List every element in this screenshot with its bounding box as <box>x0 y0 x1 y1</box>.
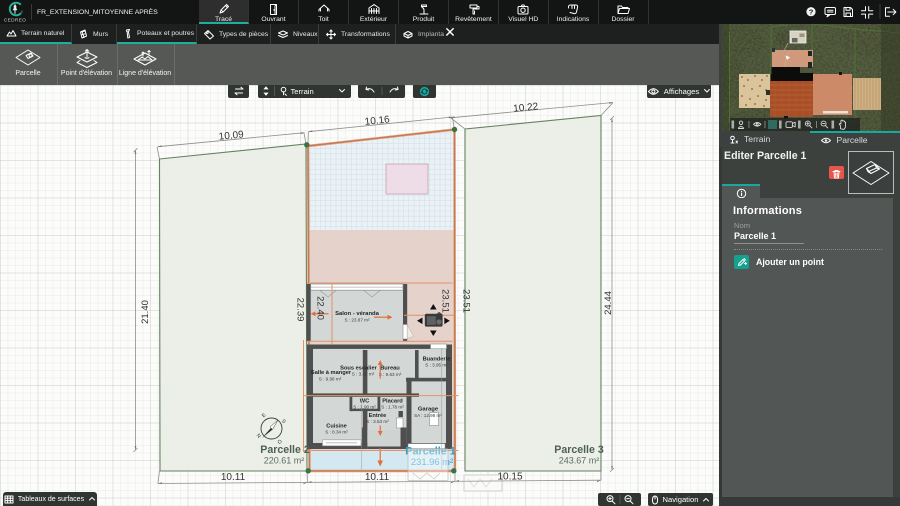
svg-text:10.11: 10.11 <box>221 472 246 483</box>
svg-text:?: ? <box>809 7 814 16</box>
svg-text:22.40: 22.40 <box>315 296 326 320</box>
svg-text:S : 9.98 m²: S : 9.98 m² <box>319 377 342 382</box>
svg-text:S : 8.34 m²: S : 8.34 m² <box>325 430 348 435</box>
svg-text:S : 3.95 m²: S : 3.95 m² <box>425 363 448 368</box>
svg-text:22.39: 22.39 <box>295 298 306 322</box>
svg-text:S : 1.78 m²: S : 1.78 m² <box>381 405 404 410</box>
svg-text:CEDREO: CEDREO <box>4 18 26 24</box>
svg-text:Parcelle 3: Parcelle 3 <box>554 444 604 456</box>
svg-text:Salon - véranda: Salon - véranda <box>335 311 380 317</box>
svg-text:243.67 m²: 243.67 m² <box>559 456 600 466</box>
svg-text:10.11: 10.11 <box>365 472 390 483</box>
svg-text:S : 9.63 m²: S : 9.63 m² <box>379 372 402 377</box>
svg-text:10.09: 10.09 <box>218 129 244 142</box>
svg-text:10.16: 10.16 <box>364 114 390 128</box>
svg-text:S : 3.53 m²: S : 3.53 m² <box>366 419 389 424</box>
svg-text:220.61 m²: 220.61 m² <box>264 456 305 466</box>
svg-text:23.51: 23.51 <box>461 289 472 313</box>
svg-text:S : 1.90 m²: S : 1.90 m² <box>353 405 376 410</box>
svg-text:Parcelle 2: Parcelle 2 <box>260 444 310 456</box>
svg-text:Bureau: Bureau <box>380 366 400 372</box>
svg-text:SA : 12.98 m²: SA : 12.98 m² <box>414 413 442 418</box>
svg-text:10.22: 10.22 <box>513 101 539 114</box>
svg-text:24.44: 24.44 <box>603 291 614 315</box>
svg-text:23.51: 23.51 <box>440 289 451 313</box>
svg-text:S : 23.87 m²: S : 23.87 m² <box>344 318 369 323</box>
svg-text:21.40: 21.40 <box>140 300 151 324</box>
svg-text:10.15: 10.15 <box>497 471 522 482</box>
svg-text:Garage: Garage <box>418 407 439 413</box>
svg-text:S : 3.42 m²: S : 3.42 m² <box>352 372 375 377</box>
